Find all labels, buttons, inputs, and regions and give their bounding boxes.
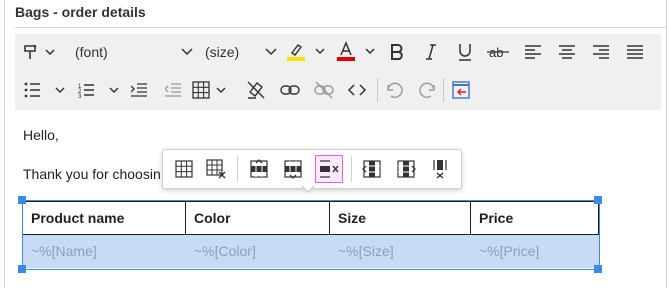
size-select-value: (size) <box>205 44 240 60</box>
outdent-button[interactable] <box>161 76 185 104</box>
strikethrough-icon: ab <box>487 45 509 60</box>
table-icon <box>192 81 226 99</box>
delete-column-icon <box>433 160 447 179</box>
clear-formatting-icon <box>247 81 265 99</box>
greeting-text: Hello, <box>23 127 59 143</box>
source-code-button[interactable] <box>343 76 371 104</box>
insert-link-button[interactable] <box>277 76 303 104</box>
align-left-icon <box>525 45 541 59</box>
italic-button[interactable] <box>419 38 443 66</box>
underline-button[interactable] <box>453 38 477 66</box>
bullet-list-icon <box>24 82 65 98</box>
clear-formatting-button[interactable] <box>243 76 269 104</box>
delete-column-button[interactable] <box>427 156 453 182</box>
insert-table-button[interactable] <box>191 76 231 104</box>
table-properties-icon <box>175 160 193 178</box>
redo-button[interactable] <box>413 76 441 104</box>
insert-column-left-button[interactable] <box>359 156 385 182</box>
font-select-value: (font) <box>75 44 108 60</box>
undo-icon <box>387 82 403 98</box>
title-divider <box>15 27 666 28</box>
toolbar-separator <box>443 78 444 102</box>
insert-column-right-icon <box>397 160 416 178</box>
resize-handle[interactable] <box>594 196 602 204</box>
font-color-icon <box>337 41 375 61</box>
bold-icon <box>391 44 403 60</box>
font-color-button[interactable] <box>333 38 379 66</box>
align-right-button[interactable] <box>589 38 613 66</box>
indent-button[interactable] <box>127 76 151 104</box>
popup-separator <box>237 156 238 182</box>
strikethrough-button[interactable]: ab <box>485 38 511 66</box>
font-dropdown-chevron-icon[interactable] <box>177 38 197 66</box>
table-properties-button[interactable] <box>171 156 197 182</box>
underline-icon <box>459 44 471 61</box>
remove-link-button[interactable] <box>311 76 337 104</box>
insert-row-below-button[interactable] <box>280 156 306 182</box>
undo-button[interactable] <box>381 76 409 104</box>
highlight-color-button[interactable] <box>283 38 329 66</box>
justify-button[interactable] <box>623 38 647 66</box>
insert-row-above-button[interactable] <box>246 156 272 182</box>
numbered-list-button[interactable]: 1 2 3 <box>77 76 123 104</box>
insert-field-icon <box>452 81 470 99</box>
toolbar-separator <box>377 78 378 102</box>
editor-panel: Bags - order details (font) (size) ab 1 … <box>4 0 667 288</box>
highlighter-icon <box>287 44 325 61</box>
bullet-list-button[interactable] <box>23 76 69 104</box>
insert-column-right-button[interactable] <box>393 156 419 182</box>
table-context-toolbar <box>162 149 462 189</box>
italic-icon <box>426 44 436 60</box>
bold-button[interactable] <box>385 38 409 66</box>
unlink-icon <box>314 81 334 99</box>
align-center-button[interactable] <box>555 38 579 66</box>
delete-table-button[interactable] <box>203 156 229 182</box>
align-justify-icon <box>627 45 643 59</box>
align-right-icon <box>593 45 609 59</box>
insert-column-left-icon <box>362 160 381 178</box>
formatting-toolbar: (font) (size) ab 1 2 3 <box>15 34 661 110</box>
resize-handle[interactable] <box>18 265 26 273</box>
align-center-icon <box>559 45 575 59</box>
outdent-icon <box>165 83 181 97</box>
align-left-button[interactable] <box>521 38 545 66</box>
resize-handle[interactable] <box>594 265 602 273</box>
table-selection-outline <box>22 200 600 270</box>
delete-table-icon <box>206 159 226 179</box>
resize-handle[interactable] <box>18 196 26 204</box>
paint-format-icon <box>24 44 55 59</box>
numbered-list-icon: 1 2 3 <box>78 84 119 98</box>
insert-row-below-icon <box>284 160 302 179</box>
redo-icon <box>419 82 435 98</box>
link-icon <box>280 85 300 95</box>
insert-row-above-icon <box>250 159 268 178</box>
intro-text: Thank you for choosin <box>23 166 161 182</box>
window-title: Bags - order details <box>15 4 146 20</box>
delete-row-button[interactable] <box>315 155 343 183</box>
popup-pointer <box>302 185 314 191</box>
format-painter-button[interactable] <box>19 38 59 66</box>
delete-row-icon <box>320 160 339 178</box>
indent-icon <box>131 83 147 97</box>
insert-field-button[interactable] <box>447 76 475 104</box>
code-icon <box>347 84 367 96</box>
svg-text:3: 3 <box>78 94 82 98</box>
popup-separator <box>351 156 352 182</box>
size-dropdown-chevron-icon[interactable] <box>261 38 281 66</box>
